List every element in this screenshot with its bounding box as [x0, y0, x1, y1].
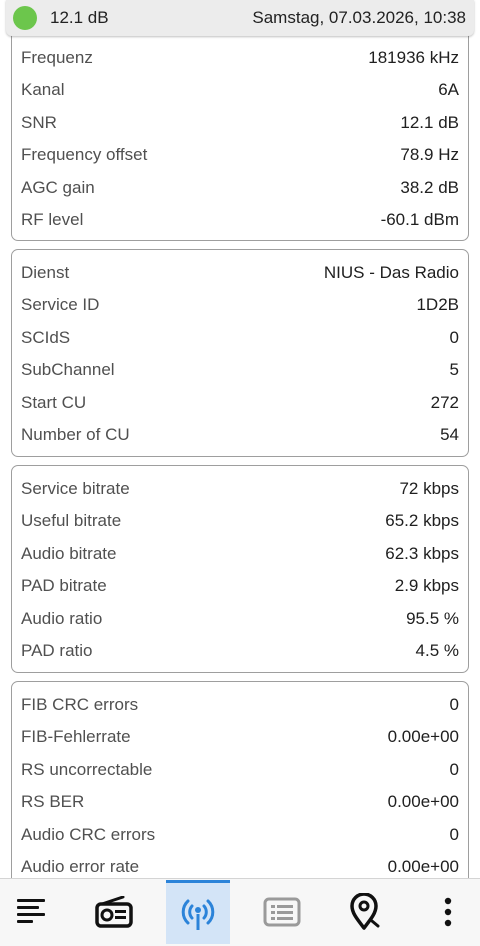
row-value: NIUS - Das Radio [323, 263, 459, 282]
row-label: Audio ratio [21, 609, 103, 628]
row-value: 1D2B [416, 295, 459, 314]
info-row-channel: Kanal 6A [21, 74, 459, 106]
errors-card: FIB CRC errors 0 FIB-Fehlerrate 0.00e+00 R… [11, 681, 469, 878]
row-label: Audio error rate [21, 857, 140, 876]
info-row-frequency-offset: Frequency offset 78.9 Hz [21, 139, 459, 171]
info-row-pad-ratio: PAD ratio 4.5 % [21, 635, 459, 667]
menu-lines-icon [17, 899, 45, 923]
nav-more[interactable] [416, 880, 480, 944]
info-row-audio-crc-errors: Audio CRC errors 0 [21, 819, 459, 851]
row-label: Number of CU [21, 425, 130, 444]
row-label: Start CU [21, 393, 87, 412]
row-value: 38.2 dB [400, 178, 459, 197]
row-label: RS uncorrectable [21, 760, 153, 779]
info-row-frequency: Frequenz 181936 kHz [21, 42, 459, 74]
status-bar: 12.1 dB Samstag, 07.03.2026, 10:38 [6, 0, 474, 36]
info-row-start-cu: Start CU 272 [21, 387, 459, 419]
info-row-number-of-cu: Number of CU 54 [21, 419, 459, 451]
info-row-pad-bitrate: PAD bitrate 2.9 kbps [21, 570, 459, 602]
info-row-scids: SCIdS 0 [21, 322, 459, 354]
bottom-navigation [0, 878, 480, 946]
row-value: -60.1 dBm [380, 210, 459, 229]
row-label: SCIdS [21, 328, 71, 347]
nav-menu[interactable] [0, 880, 64, 944]
row-label: Frequency offset [21, 145, 148, 164]
info-row-agc-gain: AGC gain 38.2 dB [21, 172, 459, 204]
info-row-audio-error-rate: Audio error rate 0.00e+00 [21, 851, 459, 878]
row-label: Frequenz [21, 48, 93, 67]
nav-map[interactable] [332, 880, 396, 944]
row-value: 0 [449, 695, 459, 714]
nav-signal[interactable] [166, 880, 230, 944]
info-row-rs-ber: RS BER 0.00e+00 [21, 786, 459, 818]
row-value: 0.00e+00 [387, 727, 459, 746]
row-value: 5 [449, 360, 459, 379]
row-label: FIB-Fehlerrate [21, 727, 131, 746]
info-row-subchannel: SubChannel 5 [21, 354, 459, 386]
row-value: 0 [449, 760, 459, 779]
row-label: AGC gain [21, 178, 95, 197]
nav-radio[interactable] [82, 880, 146, 944]
row-label: SubChannel [21, 360, 115, 379]
map-pin-icon [350, 893, 380, 930]
row-label: SNR [21, 113, 57, 132]
info-row-service-bitrate: Service bitrate 72 kbps [21, 473, 459, 505]
row-value: 62.3 kbps [385, 544, 459, 563]
row-label: Audio CRC errors [21, 825, 156, 844]
info-row-audio-bitrate: Audio bitrate 62.3 kbps [21, 538, 459, 570]
row-label: Audio bitrate [21, 544, 117, 563]
row-value: 0.00e+00 [387, 857, 459, 876]
info-row-rf-level: RF level -60.1 dBm [21, 204, 459, 236]
reception-card: Frequenz 181936 kHz Kanal 6A SNR 12.1 dB Fr… [11, 30, 469, 241]
row-label: Dienst [21, 263, 70, 282]
nav-list[interactable] [250, 880, 314, 944]
row-label: PAD ratio [21, 641, 93, 660]
row-label: FIB CRC errors [21, 695, 139, 714]
row-value: 72 kbps [399, 479, 459, 498]
service-card: Dienst NIUS - Das Radio Service ID 1D2B SC… [11, 249, 469, 457]
row-value: 272 [430, 393, 459, 412]
row-value: 12.1 dB [400, 113, 459, 132]
row-value: 181936 kHz [368, 48, 459, 67]
more-vertical-icon [444, 897, 452, 927]
row-value: 6A [438, 80, 459, 99]
info-row-fib-crc-errors: FIB CRC errors 0 [21, 689, 459, 721]
row-value: 0.00e+00 [387, 792, 459, 811]
bitrate-card: Service bitrate 72 kbps Useful bitrate 65.… [11, 465, 469, 673]
signal-antenna-icon [181, 899, 215, 930]
row-value: 95.5 % [406, 609, 459, 628]
row-value: 2.9 kbps [394, 576, 459, 595]
info-row-service: Dienst NIUS - Das Radio [21, 257, 459, 289]
row-value: 0 [449, 328, 459, 347]
row-label: PAD bitrate [21, 576, 107, 595]
row-value: 0 [449, 825, 459, 844]
status-snr: 12.1 dB [50, 8, 109, 27]
info-scroll-area[interactable]: Frequenz 181936 kHz Kanal 6A SNR 12.1 dB Fr… [0, 0, 480, 878]
signal-status-indicator [13, 6, 37, 30]
row-value: 78.9 Hz [400, 145, 459, 164]
info-row-audio-ratio: Audio ratio 95.5 % [21, 603, 459, 635]
row-value: 4.5 % [415, 641, 459, 660]
info-row-service-id: Service ID 1D2B [21, 289, 459, 321]
info-row-fib-error-rate: FIB-Fehlerrate 0.00e+00 [21, 721, 459, 753]
row-label: RF level [21, 210, 84, 229]
list-icon [263, 897, 301, 927]
row-label: RS BER [21, 792, 85, 811]
info-row-snr: SNR 12.1 dB [21, 107, 459, 139]
info-row-useful-bitrate: Useful bitrate 65.2 kbps [21, 505, 459, 537]
row-value: 65.2 kbps [385, 511, 459, 530]
row-label: Service ID [21, 295, 100, 314]
row-label: Useful bitrate [21, 511, 122, 530]
status-datetime: Samstag, 07.03.2026, 10:38 [252, 8, 466, 27]
info-row-rs-uncorrectable: RS uncorrectable 0 [21, 754, 459, 786]
row-value: 54 [440, 425, 459, 444]
row-label: Kanal [21, 80, 65, 99]
row-label: Service bitrate [21, 479, 130, 498]
radio-icon [95, 896, 133, 928]
